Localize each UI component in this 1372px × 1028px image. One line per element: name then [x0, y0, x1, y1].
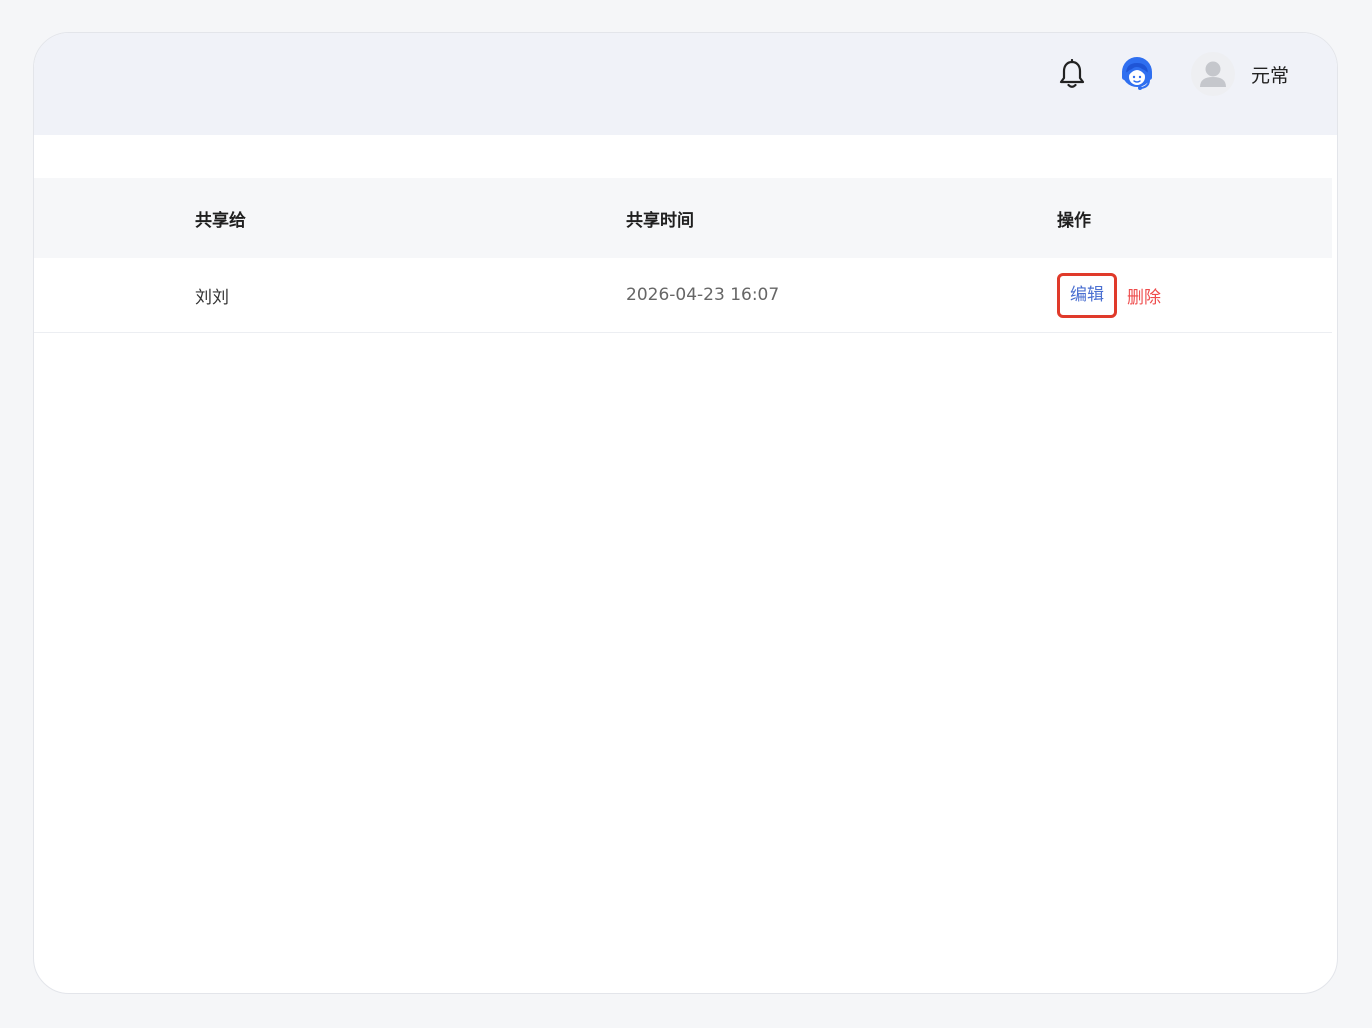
edit-button[interactable]: 编辑 [1057, 272, 1117, 318]
column-header-shared-to: 共享给 [195, 210, 246, 231]
share-table: 共享给 共享时间 操作 刘刘 2026-04-23 16:07 编辑 删除 [34, 178, 1332, 333]
table-row: 刘刘 2026-04-23 16:07 编辑 删除 [34, 258, 1332, 333]
customer-service-icon[interactable] [1119, 55, 1155, 93]
column-header-actions: 操作 [1057, 210, 1091, 231]
user-avatar-icon [1191, 52, 1235, 96]
actions-cell: 编辑 删除 [1057, 258, 1161, 332]
shared-time-cell: 2026-04-23 16:07 [626, 285, 780, 305]
user-menu[interactable]: 元常 [1191, 52, 1289, 96]
shared-to-cell: 刘刘 [195, 287, 229, 308]
delete-button[interactable]: 删除 [1127, 283, 1161, 308]
table-header: 共享给 共享时间 操作 [34, 178, 1332, 258]
bell-icon[interactable] [1058, 59, 1086, 89]
top-bar: 元常 [34, 33, 1337, 135]
column-header-shared-time: 共享时间 [626, 210, 694, 231]
app-window: 元常 共享给 共享时间 操作 刘刘 2026-04-23 16:07 编辑 删除 [33, 32, 1338, 994]
user-name: 元常 [1251, 64, 1290, 87]
